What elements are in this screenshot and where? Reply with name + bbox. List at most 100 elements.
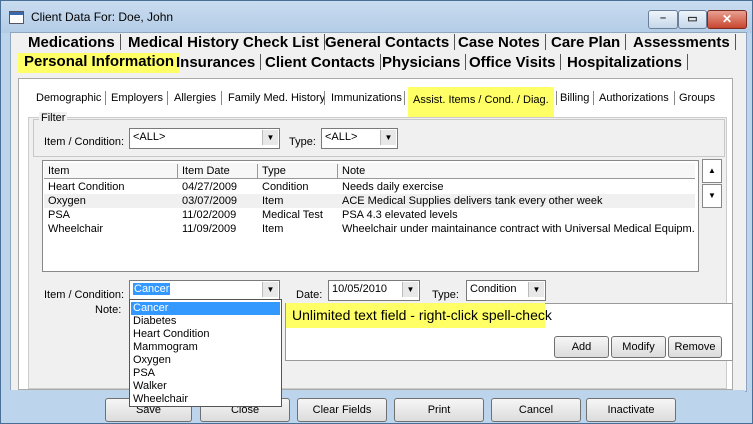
chevron-down-icon[interactable]: ▼ xyxy=(528,282,544,297)
cell-note: ACE Medical Supplies delivers tank every… xyxy=(342,195,603,207)
subtab-groups[interactable]: Groups xyxy=(677,87,717,109)
editor-item-select[interactable]: Cancer ▼ xyxy=(129,280,280,301)
column-header-item[interactable]: Item xyxy=(44,164,178,179)
cell-note: Needs daily exercise xyxy=(342,181,444,193)
dropdown-option[interactable]: Mammogram xyxy=(131,341,280,354)
move-down-button[interactable]: ▼ xyxy=(702,184,722,208)
tab-hospitalizations[interactable]: Hospitalizations xyxy=(567,54,689,71)
dropdown-option[interactable]: Walker xyxy=(131,380,280,393)
column-header-item-date[interactable]: Item Date xyxy=(178,164,258,179)
arrow-up-icon: ▲ xyxy=(708,166,716,175)
filter-type-label: Type: xyxy=(289,136,316,148)
tab-office-visits[interactable]: Office Visits xyxy=(469,54,562,71)
dropdown-option[interactable]: Heart Condition xyxy=(131,328,280,341)
tab-case-notes[interactable]: Case Notes xyxy=(458,34,546,51)
tab-insurances[interactable]: Insurances xyxy=(176,54,262,71)
tab-label: General Contacts xyxy=(325,34,450,51)
subtab-assist-items[interactable]: Assist. Items / Cond. / Diag. xyxy=(408,87,554,117)
minimize-button[interactable]: – xyxy=(648,10,678,29)
cell-item: Oxygen xyxy=(48,195,86,207)
cell-type: Item xyxy=(262,223,284,235)
filter-type-value: <ALL> xyxy=(325,131,358,143)
inactivate-button[interactable]: Inactivate xyxy=(586,398,676,422)
tab-care-plan[interactable]: Care Plan xyxy=(551,34,627,51)
column-header-type[interactable]: Type xyxy=(258,164,338,179)
dropdown-option[interactable]: Diabetes xyxy=(131,315,280,328)
filter-item-value: <ALL> xyxy=(133,131,166,143)
cell-type: Item xyxy=(262,195,284,207)
tab-label: Hospitalizations xyxy=(567,54,683,71)
note-label: Note: xyxy=(95,304,122,316)
tab-physicians[interactable]: Physicians xyxy=(382,54,467,71)
dropdown-option[interactable]: Wheelchair xyxy=(131,393,280,406)
minimize-icon: – xyxy=(659,12,667,24)
cell-item-date: 11/09/2009 xyxy=(182,223,237,235)
filter-item-select[interactable]: <ALL> ▼ xyxy=(129,128,280,149)
column-header-note[interactable]: Note xyxy=(338,164,695,179)
cell-type: Medical Test xyxy=(262,209,323,221)
tab-client-contacts[interactable]: Client Contacts xyxy=(265,54,382,71)
chevron-down-icon[interactable]: ▼ xyxy=(380,130,396,145)
tab-label: Personal Information xyxy=(24,53,175,70)
dropdown-option[interactable]: Cancer xyxy=(131,302,280,315)
close-window-button[interactable]: ✕ xyxy=(707,10,747,29)
table-row[interactable]: Wheelchair 11/09/2009 Item Wheelchair un… xyxy=(44,222,695,236)
cell-item: Heart Condition xyxy=(48,181,125,193)
tab-assessments[interactable]: Assessments xyxy=(633,34,736,51)
chevron-down-icon[interactable]: ▼ xyxy=(262,130,278,145)
table-row[interactable]: PSA 11/02/2009 Medical Test PSA 4.3 elev… xyxy=(44,208,695,222)
move-up-button[interactable]: ▲ xyxy=(702,159,722,183)
cell-item-date: 03/07/2009 xyxy=(182,195,238,207)
table-row[interactable]: Heart Condition 04/27/2009 Condition Nee… xyxy=(44,180,695,194)
tab-personal-information[interactable]: Personal Information xyxy=(18,53,181,73)
chevron-down-icon[interactable]: ▼ xyxy=(262,282,278,297)
maximize-button[interactable]: ▭ xyxy=(678,10,707,29)
print-button[interactable]: Print xyxy=(394,398,484,422)
filter-item-label: Item / Condition: xyxy=(44,136,125,148)
editor-item-value-text: Cancer xyxy=(133,283,171,295)
tab-general-contacts[interactable]: General Contacts xyxy=(325,34,456,51)
cell-note: PSA 4.3 elevated levels xyxy=(342,209,458,221)
date-label: Date: xyxy=(296,289,323,301)
editor-type-label: Type: xyxy=(432,289,459,301)
cancel-button[interactable]: Cancel xyxy=(491,398,581,422)
date-field[interactable]: 10/05/2010 ▼ xyxy=(328,280,420,301)
subtab-employers[interactable]: Employers xyxy=(109,87,165,109)
dropdown-option[interactable]: Oxygen xyxy=(131,354,280,367)
remove-button[interactable]: Remove xyxy=(668,336,722,358)
subtab-demographic[interactable]: Demographic xyxy=(34,87,103,109)
subtab-authorizations[interactable]: Authorizations xyxy=(597,87,671,109)
cell-item: PSA xyxy=(48,209,71,221)
add-button[interactable]: Add xyxy=(554,336,609,358)
subtab-immunizations[interactable]: Immunizations xyxy=(329,87,404,109)
tab-label: Physicians xyxy=(382,54,461,71)
editor-item-label: Item / Condition: xyxy=(44,289,125,301)
app-icon xyxy=(9,11,24,24)
maximize-icon: ▭ xyxy=(687,13,698,25)
clear-fields-button[interactable]: Clear Fields xyxy=(297,398,387,422)
cell-item-date: 04/27/2009 xyxy=(182,181,238,193)
tab-medications[interactable]: Medications xyxy=(28,34,121,51)
arrow-down-icon: ▼ xyxy=(708,191,716,200)
modify-button[interactable]: Modify xyxy=(611,336,666,358)
filter-legend: Filter xyxy=(39,112,68,124)
calendar-dropdown-icon[interactable]: ▼ xyxy=(402,282,418,297)
dropdown-option[interactable]: PSA xyxy=(131,367,280,380)
tab-label: Assessments xyxy=(633,34,730,51)
close-icon: ✕ xyxy=(721,12,733,26)
cell-item-date: 11/02/2009 xyxy=(182,209,237,221)
tab-label: Office Visits xyxy=(469,54,556,71)
tab-label: Client Contacts xyxy=(265,54,376,71)
subtab-allergies[interactable]: Allergies xyxy=(172,87,218,109)
subtab-family-med-history[interactable]: Family Med. History xyxy=(226,87,327,109)
table-row[interactable]: Oxygen 03/07/2009 Item ACE Medical Suppl… xyxy=(44,194,695,208)
callout-annotation: Unlimited text field - right-click spell… xyxy=(286,303,552,328)
tab-medical-history-check-list[interactable]: Medical History Check List xyxy=(128,34,325,51)
item-dropdown-list: Cancer Diabetes Heart Condition Mammogra… xyxy=(129,299,282,407)
tab-label: Medications xyxy=(28,34,115,51)
subtab-billing[interactable]: Billing xyxy=(558,87,591,109)
title-bar[interactable]: Client Data For: Doe, John – ▭ ✕ xyxy=(1,1,752,33)
filter-type-select[interactable]: <ALL> ▼ xyxy=(321,128,398,149)
editor-type-select[interactable]: Condition ▼ xyxy=(466,280,546,301)
tab-label: Medical History Check List xyxy=(128,34,319,51)
